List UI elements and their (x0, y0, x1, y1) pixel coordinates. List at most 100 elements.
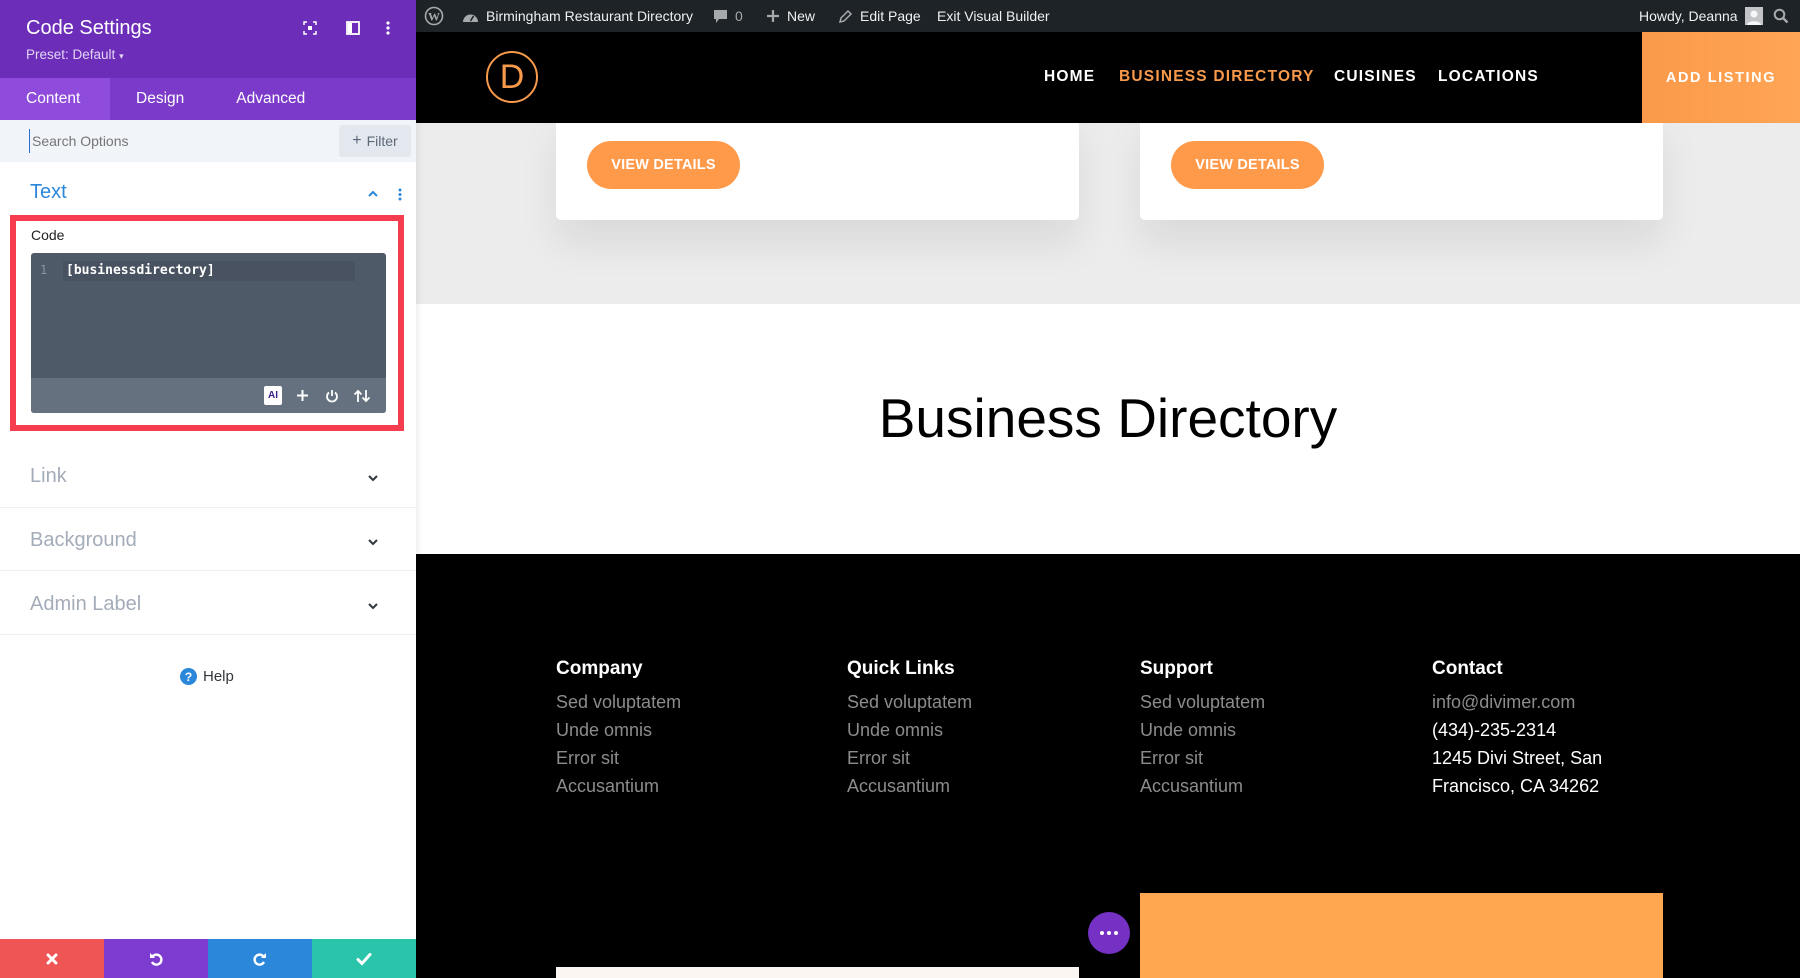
site-header: D HOME BUSINESS DIRECTORY CUISINES LOCAT… (416, 32, 1800, 123)
add-listing-button[interactable]: ADD LISTING (1642, 32, 1800, 123)
pencil-icon (838, 9, 853, 24)
new-label: New (787, 8, 816, 24)
howdy-label: Howdy, Deanna (1639, 8, 1738, 24)
tab-content[interactable]: Content (0, 78, 110, 120)
nav-locations[interactable]: LOCATIONS (1438, 68, 1539, 86)
exit-visual-builder-link[interactable]: Exit Visual Builder (937, 0, 1050, 32)
user-account-menu[interactable]: Howdy, Deanna (1639, 0, 1763, 32)
redo-button[interactable] (208, 939, 312, 978)
site-name: Birmingham Restaurant Directory (486, 8, 693, 24)
footer-link[interactable]: Sed voluptatem (1140, 688, 1265, 716)
ai-button[interactable]: AI (264, 386, 282, 405)
search-options-input[interactable] (29, 129, 329, 153)
help-link[interactable]: ? Help (180, 668, 234, 685)
dashboard-icon (462, 9, 479, 24)
chevron-down-icon[interactable] (366, 535, 380, 549)
edit-page-label: Edit Page (860, 8, 921, 24)
contact-email[interactable]: info@divimer.com (1432, 688, 1602, 716)
section-text-title: Text (30, 181, 67, 203)
footer-column-title: Support (1140, 658, 1213, 679)
section-link-header[interactable]: Link (0, 446, 416, 508)
section-background-header[interactable]: Background (0, 509, 416, 571)
section-text-header[interactable]: Text (0, 162, 416, 214)
view-details-button[interactable]: VIEW DETAILS (587, 141, 740, 189)
dot-icon (1107, 931, 1111, 935)
fullscreen-icon[interactable] (301, 19, 319, 37)
more-options-icon[interactable] (379, 19, 397, 37)
site-footer: Company Sed voluptatem Unde omnis Error … (416, 554, 1800, 978)
close-icon (46, 953, 58, 964)
wordpress-menu[interactable]: W (424, 0, 444, 32)
chevron-up-icon[interactable] (366, 187, 380, 201)
undo-button[interactable] (104, 939, 208, 978)
wordpress-logo-icon: W (424, 6, 444, 26)
code-field-label: Code (31, 227, 65, 243)
footer-column-quick-links: Quick Links Sed voluptatem Unde omnis Er… (847, 658, 972, 800)
listings-section: VIEW DETAILS VIEW DETAILS (416, 110, 1800, 304)
panel-footer (0, 939, 416, 978)
code-toolbar: AI (31, 378, 386, 413)
comments-link[interactable]: 0 (713, 0, 743, 32)
new-content-menu[interactable]: New (766, 0, 815, 32)
footer-link[interactable]: Error sit (1140, 744, 1265, 772)
tab-design[interactable]: Design (110, 78, 210, 120)
footer-link[interactable]: Error sit (556, 744, 681, 772)
footer-cta-panel (1140, 893, 1663, 978)
nav-business-directory[interactable]: BUSINESS DIRECTORY (1119, 68, 1315, 86)
search-bar: + Filter (0, 120, 416, 162)
nav-cuisines[interactable]: CUISINES (1334, 68, 1417, 86)
chevron-down-icon[interactable] (366, 471, 380, 485)
footer-link[interactable]: Error sit (847, 744, 972, 772)
footer-column-title: Contact (1432, 658, 1503, 679)
discard-button[interactable] (0, 939, 104, 978)
tab-advanced[interactable]: Advanced (210, 78, 331, 120)
site-logo[interactable]: D (486, 51, 538, 103)
code-content[interactable]: [businessdirectory] (66, 263, 215, 278)
preset-dropdown[interactable]: Preset: Default ▾ (26, 47, 124, 62)
heading-section: Business Directory (416, 304, 1800, 554)
search-icon[interactable] (1773, 0, 1789, 32)
redo-icon (253, 952, 266, 966)
code-editor[interactable]: 1 [businessdirectory] AI (31, 253, 386, 413)
contact-address: Francisco, CA 34262 (1432, 776, 1600, 796)
section-link-title: Link (30, 465, 67, 487)
power-icon[interactable] (323, 386, 341, 405)
panel-title: Code Settings (26, 17, 152, 39)
section-admin-label-header[interactable]: Admin Label (0, 573, 416, 635)
section-admin-label-title: Admin Label (30, 593, 142, 615)
add-icon[interactable] (293, 386, 311, 405)
filter-label: Filter (366, 133, 398, 149)
footer-link[interactable]: Sed voluptatem (556, 688, 681, 716)
site-name-menu[interactable]: Birmingham Restaurant Directory (462, 0, 693, 32)
svg-text:W: W (428, 10, 440, 24)
undo-icon (150, 952, 163, 966)
filter-button[interactable]: + Filter (339, 125, 411, 157)
split-view-icon[interactable] (344, 19, 362, 37)
plus-icon: + (352, 132, 362, 149)
footer-link[interactable]: Sed voluptatem (847, 688, 972, 716)
footer-link[interactable]: Accusantium (1140, 772, 1265, 800)
footer-link[interactable]: Unde omnis (847, 716, 972, 744)
section-options-icon[interactable] (398, 188, 402, 206)
wp-admin-bar: W Birmingham Restaurant Directory 0 New … (416, 0, 1800, 32)
caret-down-icon: ▾ (119, 51, 124, 61)
footer-link[interactable]: Accusantium (847, 772, 972, 800)
dot-icon (1114, 931, 1118, 935)
view-details-button[interactable]: VIEW DETAILS (1171, 141, 1324, 189)
chevron-down-icon[interactable] (366, 599, 380, 613)
page-heading: Business Directory (878, 387, 1338, 449)
comment-icon (713, 9, 728, 24)
footer-link[interactable]: Unde omnis (556, 716, 681, 744)
comments-count: 0 (735, 8, 743, 24)
nav-home[interactable]: HOME (1044, 68, 1095, 86)
panel-tabs: Content Design Advanced (0, 78, 416, 120)
save-button[interactable] (312, 939, 416, 978)
builder-more-button[interactable] (1088, 912, 1130, 954)
footer-link[interactable]: Unde omnis (1140, 716, 1265, 744)
footer-panel (556, 967, 1079, 978)
help-icon: ? (180, 668, 197, 685)
footer-link[interactable]: Accusantium (556, 772, 681, 800)
footer-column-title: Quick Links (847, 658, 955, 679)
edit-page-link[interactable]: Edit Page (838, 0, 921, 32)
sort-arrows-icon[interactable] (351, 386, 373, 405)
